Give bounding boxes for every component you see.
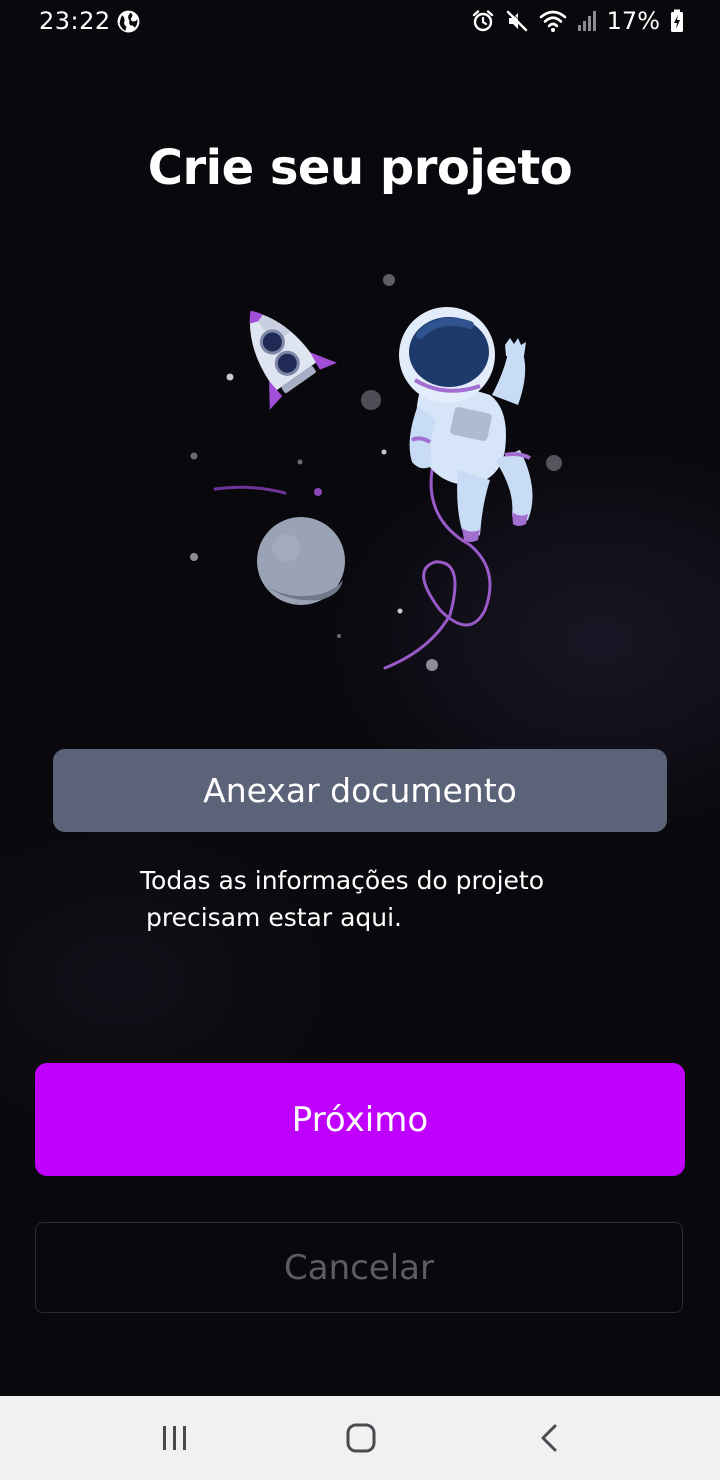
helper-text-line-1: Todas as informações do projeto <box>140 866 544 895</box>
back-icon[interactable] <box>526 1418 570 1458</box>
alarm-icon <box>472 10 493 32</box>
globe-icon <box>117 10 140 33</box>
rocket <box>249 310 337 410</box>
system-nav-bar <box>0 1396 720 1480</box>
helper-text: Todas as informações do projeto precisam… <box>140 862 610 936</box>
page-title: Crie seu projeto <box>147 140 573 196</box>
battery-charging-icon <box>671 9 683 32</box>
cancel-button[interactable]: Cancelar <box>35 1222 683 1313</box>
status-time: 23:22 <box>39 7 111 35</box>
mute-icon <box>506 10 528 32</box>
wifi-icon <box>539 10 566 32</box>
next-button[interactable]: Próximo <box>35 1063 685 1176</box>
attach-document-button[interactable]: Anexar documento <box>53 749 667 832</box>
battery-percent: 17% <box>606 7 660 35</box>
helper-text-line-2: precisam estar aqui. <box>146 903 402 932</box>
recent-apps-icon[interactable] <box>153 1418 197 1458</box>
status-icons: 17% <box>471 7 684 35</box>
planet <box>257 517 345 605</box>
signal-icon <box>577 11 596 31</box>
astronaut-illustration <box>190 274 562 671</box>
screen: 23:22 17% Crie seu projeto Anexar docume… <box>0 0 720 1396</box>
home-icon[interactable] <box>339 1418 383 1458</box>
astronaut <box>399 307 533 542</box>
status-bar: 23:22 17% <box>0 0 720 44</box>
